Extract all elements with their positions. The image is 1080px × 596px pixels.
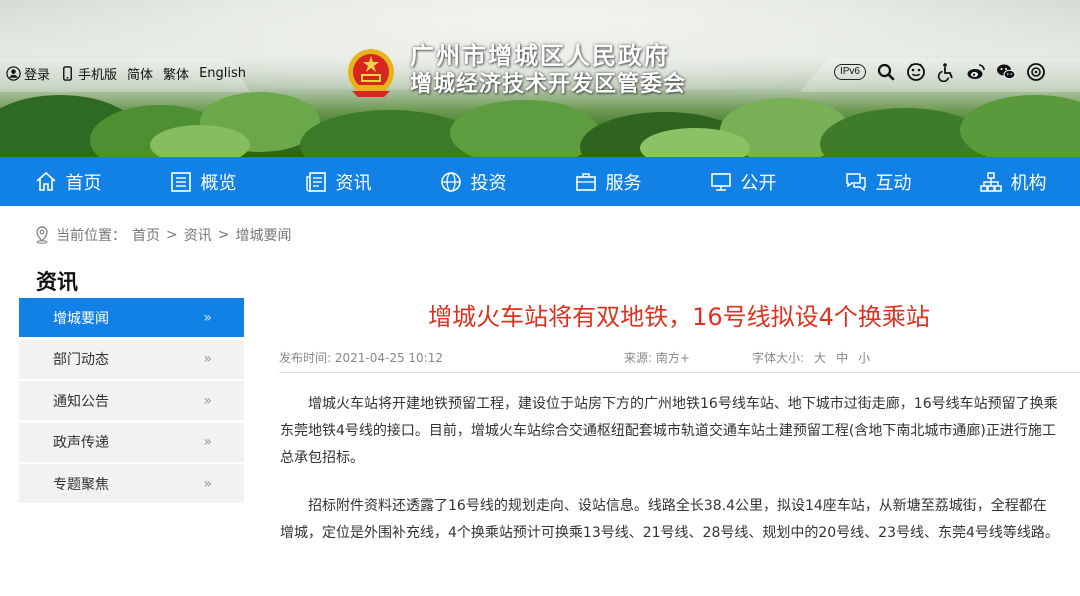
nav-invest[interactable]: 投资: [405, 157, 540, 206]
breadcrumb-sep: >: [217, 227, 230, 243]
nav-overview[interactable]: 概览: [135, 157, 270, 206]
nav-open[interactable]: 公开: [675, 157, 810, 206]
header-tools: IPv6: [833, 62, 1046, 82]
sidebar-item-department-news[interactable]: 部门动态 »: [19, 339, 244, 379]
sidebar: 增城要闻 » 部门动态 » 通知公告 » 政声传递 » 专题聚焦 »: [19, 298, 244, 506]
sidebar-item-label: 通知公告: [53, 393, 109, 410]
location-pin-icon: [36, 226, 48, 244]
home-icon: [35, 171, 56, 191]
site-title-line1: 广州市增城区人民政府: [410, 42, 670, 70]
sidebar-item-label: 政声传递: [53, 435, 109, 451]
english-link[interactable]: English: [199, 66, 246, 81]
article-title: 增城火车站将有双地铁，16号线拟设4个换乘站: [428, 303, 930, 331]
site-title: 广州市增城区人民政府 增城经济技术开发区管委会: [410, 42, 686, 100]
sidebar-item-label: 增城要闻: [53, 310, 109, 327]
breadcrumb-home[interactable]: 首页: [132, 225, 160, 245]
article-source: 来源: 南方+: [624, 351, 690, 365]
overview-icon: [170, 171, 191, 192]
nav-service[interactable]: 服务: [540, 157, 675, 206]
traditional-link[interactable]: 繁体: [163, 64, 189, 83]
nav-home-label: 首页: [65, 172, 102, 194]
sidebar-item-notices[interactable]: 通知公告 »: [19, 381, 244, 420]
chat-icon: [845, 172, 866, 191]
chevron-double-right-icon: »: [203, 392, 211, 409]
nav-interact-label: 互动: [875, 172, 912, 194]
nav-news[interactable]: 资讯: [270, 157, 405, 206]
org-icon: [979, 171, 1002, 192]
top-links: 登录 手机版 简体 繁体 English: [6, 64, 246, 83]
breadcrumb: 当前位置： 首页 > 资讯 > 增城要闻: [34, 225, 291, 245]
nav-interact[interactable]: 互动: [810, 157, 945, 206]
article-paragraph: 招标附件资料还透露了16号线的规划走向、设站信息。线路全长38.4公里，拟设14…: [280, 498, 1059, 541]
app-icon[interactable]: [1026, 62, 1046, 82]
briefcase-icon: [575, 172, 596, 191]
chevron-double-right-icon: »: [203, 475, 211, 492]
nav-news-label: 资讯: [335, 172, 372, 194]
nav-home[interactable]: 首页: [0, 157, 135, 206]
nav-service-label: 服务: [605, 172, 642, 194]
nav-overview-label: 概览: [200, 172, 237, 194]
weibo-icon[interactable]: [966, 62, 986, 82]
main-nav: 首页 概览 资讯 投资 服务 公开 互动 机构: [0, 157, 1080, 206]
simplified-link[interactable]: 简体: [127, 64, 153, 83]
font-size-large[interactable]: 大: [814, 349, 826, 366]
header-banner: 登录 手机版 简体 繁体 English 广州市增城区人民政府 增城经济技术开发…: [0, 0, 1080, 157]
chevron-double-right-icon: »: [203, 309, 211, 326]
login-link[interactable]: 登录: [6, 64, 50, 83]
chevron-double-right-icon: »: [203, 434, 211, 450]
meta-divider: [279, 372, 1080, 373]
national-emblem-icon: [348, 49, 394, 97]
nav-invest-label: 投资: [470, 172, 507, 194]
publish-time: 发布时间: 2021-04-25 10:12: [279, 351, 443, 365]
article-meta: 发布时间: 2021-04-25 10:12 来源: 南方+ 字体大小: 大 中…: [279, 349, 1079, 371]
article-paragraph: 增城火车站将开建地铁预留工程，建设位于站房下方的广州地铁16号线车站、地下城市过…: [280, 396, 1058, 466]
sidebar-item-label: 专题聚焦: [53, 476, 109, 493]
font-size-small[interactable]: 小: [858, 349, 870, 366]
accessibility-icon[interactable]: [936, 62, 956, 82]
font-size-medium[interactable]: 中: [836, 349, 848, 366]
mobile-label: 手机版: [78, 68, 118, 83]
sidebar-item-special-topics[interactable]: 专题聚焦 »: [19, 464, 244, 503]
nav-org[interactable]: 机构: [945, 157, 1080, 206]
chevron-double-right-icon: »: [203, 351, 211, 367]
font-size-controls: 字体大小: 大 中 小: [752, 349, 870, 366]
font-size-label: 字体大小:: [752, 351, 805, 365]
wechat-icon[interactable]: [996, 62, 1016, 82]
elder-mode-icon[interactable]: [906, 62, 926, 82]
site-title-line2: 增城经济技术开发区管委会: [410, 72, 687, 97]
login-label: 登录: [24, 68, 51, 83]
breadcrumb-current[interactable]: 增城要闻: [235, 225, 291, 245]
mobile-icon: [63, 66, 72, 81]
breadcrumb-sep: >: [166, 227, 178, 243]
ipv6-badge: IPv6: [833, 64, 866, 80]
search-icon[interactable]: [876, 62, 896, 82]
sidebar-item-government-voice[interactable]: 政声传递 »: [19, 422, 244, 462]
globe-icon: [440, 171, 461, 192]
breadcrumb-news[interactable]: 资讯: [184, 225, 212, 245]
mobile-link[interactable]: 手机版: [60, 64, 117, 83]
nav-open-label: 公开: [740, 172, 777, 194]
nav-org-label: 机构: [1010, 172, 1047, 194]
sidebar-title: 资讯: [36, 270, 78, 294]
sidebar-item-label: 部门动态: [53, 352, 109, 368]
user-icon: [6, 66, 21, 81]
breadcrumb-prefix: 当前位置：: [56, 228, 126, 244]
sidebar-item-zengcheng-news[interactable]: 增城要闻 »: [19, 298, 244, 337]
news-icon: [305, 171, 326, 192]
monitor-icon: [710, 172, 731, 191]
